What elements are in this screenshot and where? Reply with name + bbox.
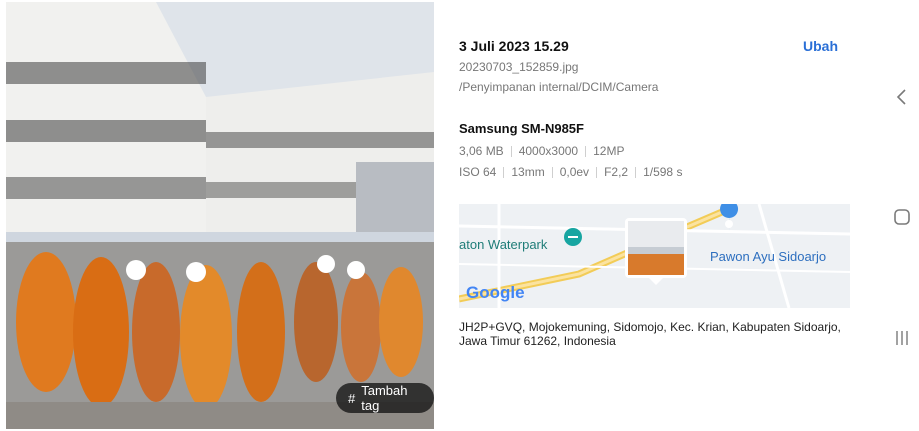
divider <box>551 166 553 178</box>
exposure-value: 0,0ev <box>559 165 590 179</box>
file-name: 20230703_152859.jpg <box>459 60 579 74</box>
edit-button[interactable]: Ubah <box>803 38 838 54</box>
megapixels: 12MP <box>593 144 625 158</box>
map-place-pawon-ayu: Pawon Ayu Sidoarjo <box>710 249 827 264</box>
map-place-waterpark: aton Waterpark <box>459 237 548 252</box>
iso: ISO 64 <box>459 165 497 179</box>
file-info-row: 3,06 MB 4000x3000 12MP <box>459 144 624 158</box>
divider <box>596 166 598 178</box>
details-panel: 3 Juli 2023 15.29 Ubah 20230703_152859.j… <box>459 0 859 431</box>
resolution: 4000x3000 <box>518 144 579 158</box>
divider <box>503 166 505 178</box>
photo-image <box>6 2 434 429</box>
camera-info-row: ISO 64 13mm 0,0ev F2,2 1/598 s <box>459 165 682 179</box>
address: JH2P+GVQ, Mojokemuning, Sidomojo, Kec. K… <box>459 320 841 348</box>
hashtag-icon: # <box>348 390 356 406</box>
google-logo: Google <box>466 283 525 302</box>
recent-apps-icon[interactable] <box>890 326 914 350</box>
add-tag-label: Tambah tag <box>361 383 408 413</box>
file-size: 3,06 MB <box>459 144 504 158</box>
aperture: F2,2 <box>604 165 629 179</box>
focal-length: 13mm <box>511 165 545 179</box>
photo-preview[interactable]: # Tambah tag <box>6 2 434 429</box>
divider <box>585 145 587 157</box>
shutter-speed: 1/598 s <box>643 165 683 179</box>
divider <box>510 145 512 157</box>
add-tag-button[interactable]: # Tambah tag <box>336 383 434 413</box>
photo-date: 3 Juli 2023 15.29 <box>459 38 569 54</box>
home-icon[interactable] <box>890 205 914 229</box>
device-name: Samsung SM-N985F <box>459 121 584 136</box>
back-chevron-icon[interactable] <box>890 85 914 109</box>
file-path: /Penyimpanan internal/DCIM/Camera <box>459 80 659 94</box>
location-map[interactable]: aton Waterpark Pawon Ayu Sidoarjo Google <box>459 204 850 308</box>
divider <box>635 166 637 178</box>
